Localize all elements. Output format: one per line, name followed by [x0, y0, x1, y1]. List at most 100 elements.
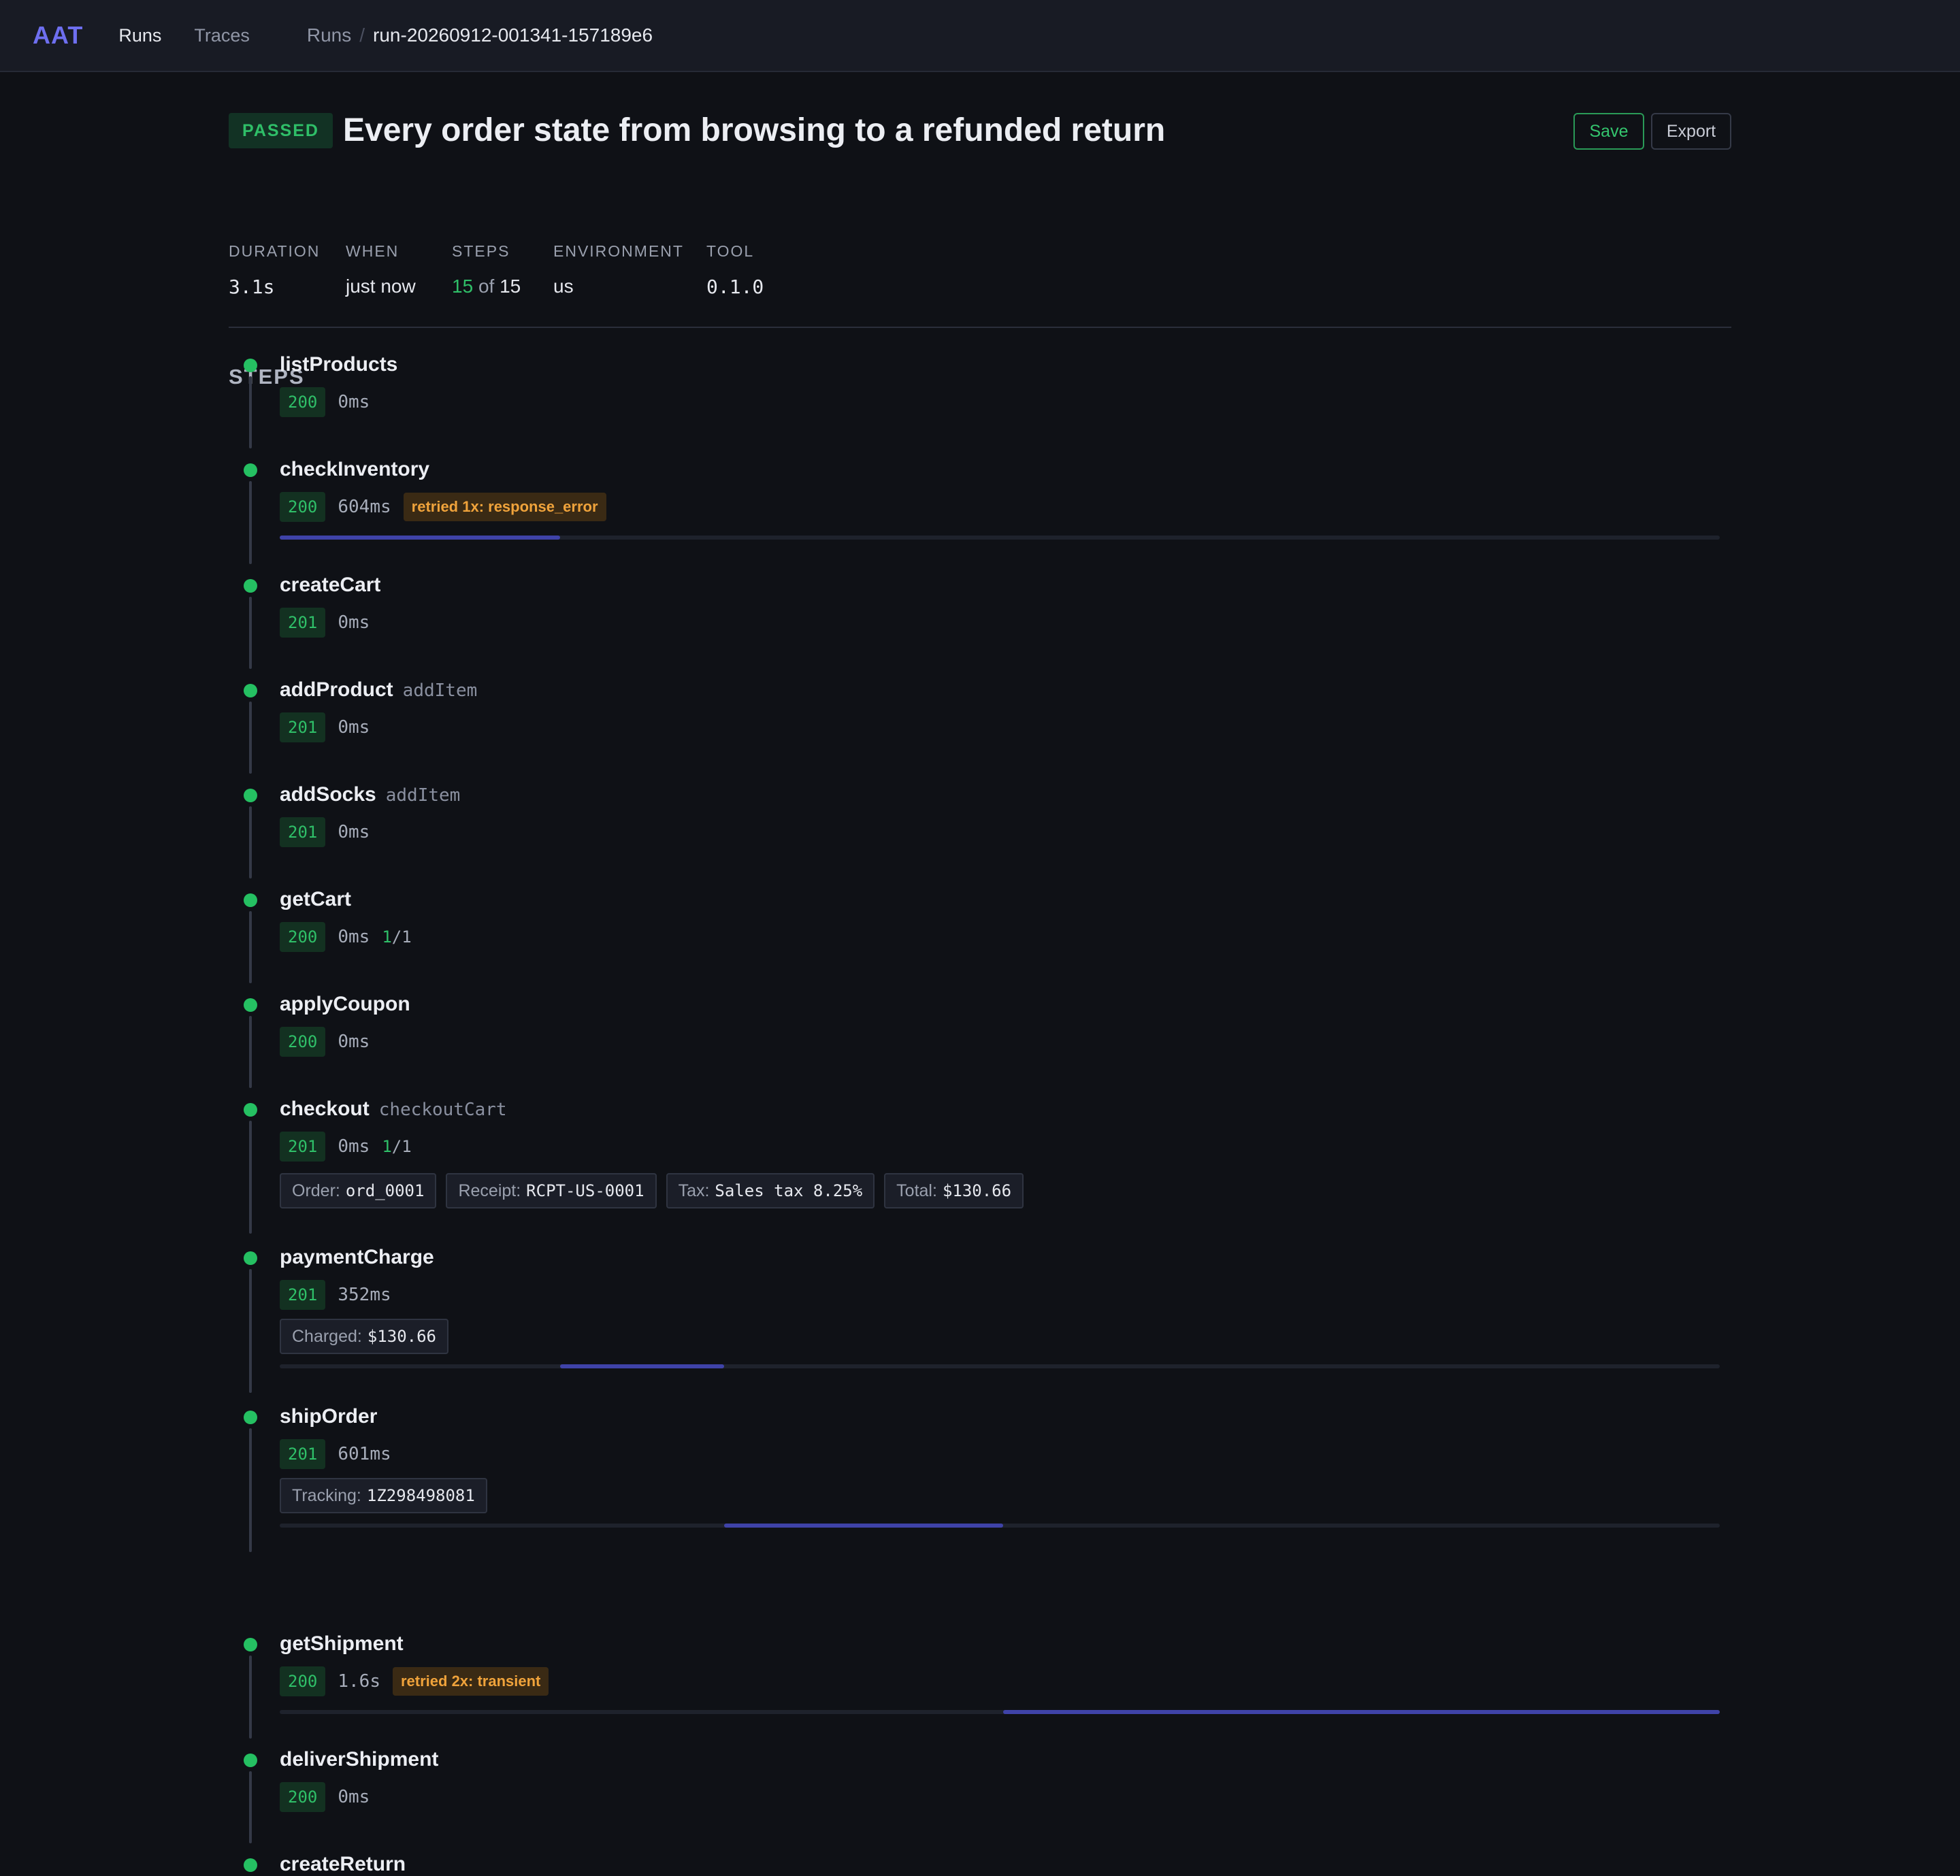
step-name: addProduct addItem [280, 678, 478, 701]
meta-duration: DURATION 3.1s [229, 242, 346, 298]
status-code-badge: 200 [280, 922, 326, 952]
retry-badge: retried 2x: transient [392, 1667, 549, 1696]
step-summary: 200 0ms [280, 1782, 370, 1812]
step-name: createCart [280, 574, 381, 596]
status-code-badge: 201 [280, 1132, 326, 1162]
step-connector [249, 702, 252, 774]
step-summary: 201 0ms [280, 817, 370, 847]
step-connector [249, 1428, 252, 1552]
detail-chip-total[interactable]: Total: $130.66 [884, 1173, 1024, 1208]
step-status-dot [244, 1754, 257, 1767]
step-connector [249, 1269, 252, 1393]
step-status-dot [244, 1858, 257, 1872]
step-connector [249, 1121, 252, 1234]
detail-chip-receipt[interactable]: Receipt: RCPT-US-0001 [446, 1173, 657, 1208]
step-name: deliverShipment [280, 1748, 439, 1771]
step-connector [249, 481, 252, 564]
step-connector [249, 911, 252, 983]
meta-duration-label: DURATION [229, 242, 321, 260]
brand-logo[interactable]: AAT [33, 21, 83, 50]
step-status-dot [244, 1411, 257, 1424]
step-status-dot [244, 359, 257, 372]
nav-traces[interactable]: Traces [194, 25, 250, 46]
meta-duration-value: 3.1s [229, 276, 275, 298]
breadcrumb-current-run: run-20260912-001341-157189e6 [373, 24, 653, 46]
step-status-dot [244, 1251, 257, 1265]
step-details: Tracking: 1Z298498081 [280, 1478, 487, 1513]
meta-tool-value: 0.1.0 [706, 276, 764, 298]
status-code-badge: 201 [280, 608, 326, 638]
step-duration: 352ms [338, 1285, 391, 1305]
detail-chip-tracking[interactable]: Tracking: 1Z298498081 [280, 1478, 487, 1513]
status-code-badge: 200 [280, 1782, 326, 1812]
step-timeline-track [280, 536, 1720, 540]
meta-environment: ENVIRONMENT us [553, 242, 706, 298]
step-timeline-bar [723, 1524, 1003, 1528]
detail-chip-order[interactable]: Order: ord_0001 [280, 1173, 437, 1208]
breadcrumb-runs-link[interactable]: Runs [307, 24, 351, 46]
status-code-badge: 200 [280, 492, 326, 522]
step-summary: 200 0ms [280, 387, 370, 417]
step-name: paymentCharge [280, 1246, 434, 1268]
meta-steps-label: STEPS [452, 242, 510, 260]
meta-environment-label: ENVIRONMENT [553, 242, 684, 260]
step-timeline-bar [280, 536, 561, 540]
detail-chip-charged[interactable]: Charged: $130.66 [280, 1319, 449, 1354]
status-code-badge: 200 [280, 1666, 326, 1696]
step-connector [249, 1016, 252, 1088]
step-timeline-bar [560, 1364, 724, 1368]
meta-steps-passed: 15 [452, 276, 474, 297]
step-alias: addItem [402, 680, 478, 701]
step-duration: 0ms [338, 392, 370, 412]
step-duration: 1.6s [338, 1671, 380, 1692]
step-status-dot [244, 684, 257, 697]
step-name: createReturn [280, 1853, 406, 1875]
run-meta: DURATION 3.1s WHEN just now STEPS 15 of … [229, 242, 764, 298]
step-status-dot [244, 463, 257, 477]
status-code-badge: 201 [280, 712, 326, 742]
status-code-badge: 201 [280, 1439, 326, 1469]
step-duration: 0ms [338, 1136, 370, 1157]
retry-badge: retried 1x: response_error [403, 493, 606, 521]
assertion-ratio: 1/1 [382, 927, 412, 947]
save-button[interactable]: Save [1573, 113, 1644, 150]
nav-runs[interactable]: Runs [118, 25, 161, 46]
step-summary: 200 1.6s retried 2x: transient [280, 1666, 549, 1696]
export-button[interactable]: Export [1651, 113, 1731, 150]
step-timeline-track [280, 1364, 1720, 1368]
meta-environment-value: us [553, 276, 574, 297]
step-duration: 0ms [338, 1032, 370, 1052]
step-name: addSocks addItem [280, 783, 461, 806]
step-summary: 201 352ms [280, 1280, 391, 1310]
meta-steps-total: 15 [500, 276, 521, 297]
step-timeline-bar [1002, 1710, 1720, 1714]
step-details: Order: ord_0001 Receipt: RCPT-US-0001 Tax:… [280, 1173, 1024, 1208]
step-summary: 201 601ms [280, 1439, 391, 1469]
step-duration: 0ms [338, 822, 370, 842]
top-bar: AAT Runs Traces Runs / run-20260912-0013… [0, 0, 1960, 72]
run-header: PASSED Every order state from browsing t… [229, 72, 1731, 150]
step-name: shipOrder [280, 1405, 378, 1428]
step-status-dot [244, 893, 257, 907]
status-badge: PASSED [229, 113, 333, 148]
run-detail: PASSED Every order state from browsing t… [229, 72, 1731, 1875]
detail-chip-tax[interactable]: Tax: Sales tax 8.25% [666, 1173, 875, 1208]
step-status-dot [244, 998, 257, 1012]
breadcrumb: Runs / run-20260912-001341-157189e6 [307, 24, 653, 46]
step-alias: addItem [385, 785, 461, 806]
step-connector [249, 376, 252, 448]
meta-when-label: WHEN [346, 242, 399, 260]
step-duration: 0ms [338, 1787, 370, 1807]
step-name: getCart [280, 888, 352, 910]
status-code-badge: 200 [280, 1027, 326, 1057]
step-timeline-track [280, 1524, 1720, 1528]
step-duration: 0ms [338, 717, 370, 738]
step-connector [249, 597, 252, 669]
assertion-ratio: 1/1 [382, 1137, 412, 1156]
status-code-badge: 201 [280, 1280, 326, 1310]
step-duration: 604ms [338, 497, 391, 517]
step-connector [249, 806, 252, 878]
step-name: applyCoupon [280, 993, 410, 1015]
step-timeline-track [280, 1710, 1720, 1714]
step-summary: 201 0ms [280, 608, 370, 638]
